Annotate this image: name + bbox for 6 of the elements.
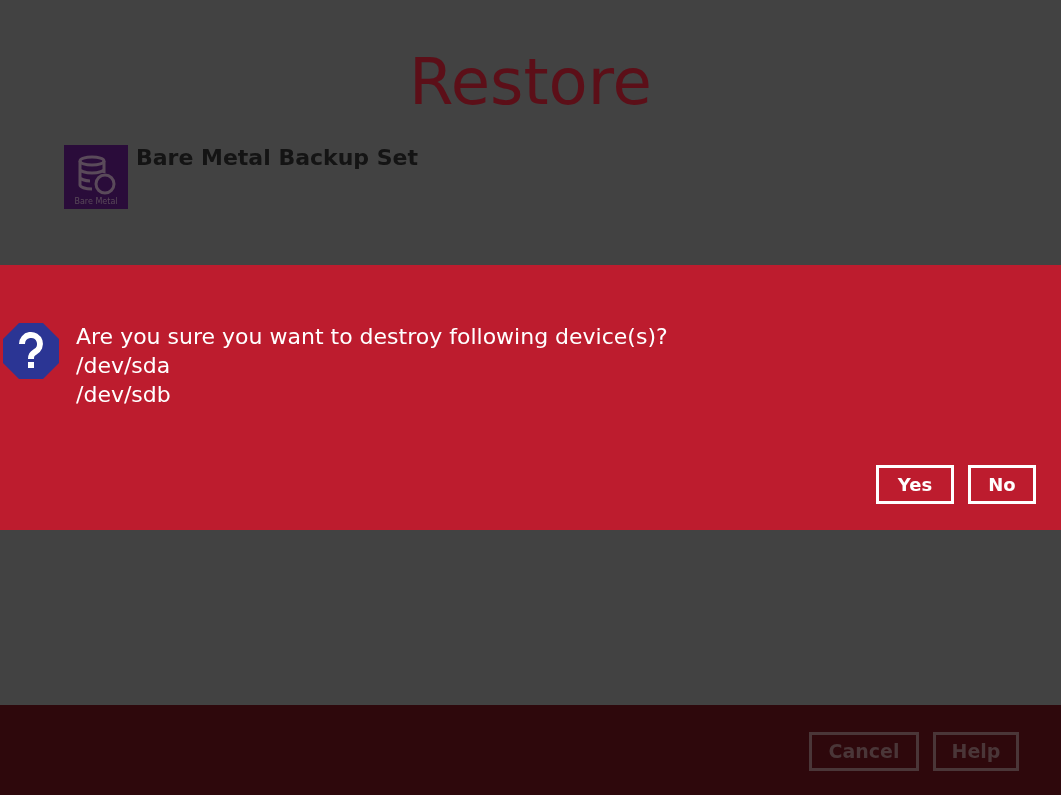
no-button[interactable]: No <box>968 465 1036 504</box>
message-text: /dev/sda <box>76 352 172 380</box>
yes-button[interactable]: Yes <box>876 465 954 504</box>
question-icon <box>2 322 60 380</box>
message-text: /dev/sdb <box>76 381 172 409</box>
message-text: Are you sure you want to destroy following device(s)? <box>76 323 668 351</box>
